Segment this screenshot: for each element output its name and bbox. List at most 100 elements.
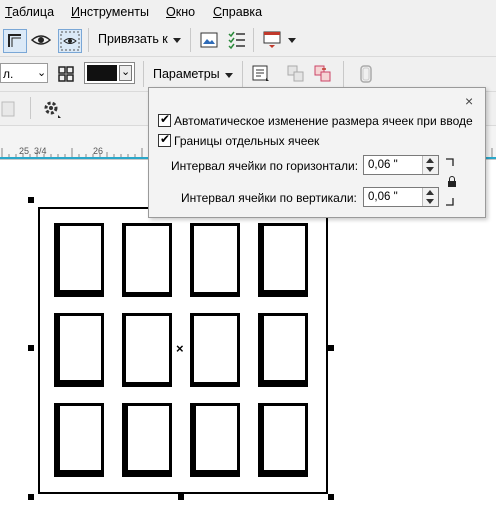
page-frame-button[interactable] <box>3 29 27 53</box>
checklist-icon <box>228 31 245 50</box>
merge-cells-icon <box>287 65 304 82</box>
selection-handle[interactable] <box>178 494 184 500</box>
unit-select[interactable]: л. ⌄ <box>0 63 48 83</box>
menu-tools-label: нструменты <box>79 5 149 19</box>
arrow-up-icon[interactable] <box>426 190 434 195</box>
toolbar-separator <box>190 28 191 52</box>
wrap-text-icon <box>252 65 269 81</box>
snap-to-button[interactable]: Привязать к <box>98 32 168 46</box>
separate-borders-checkbox[interactable]: ✔ <box>158 132 171 147</box>
table-cell[interactable] <box>122 223 172 297</box>
toolbar-separator <box>143 61 144 87</box>
standard-toolbar: Привязать к <box>0 24 496 57</box>
table-cell[interactable] <box>190 223 240 297</box>
arrow-down-icon[interactable] <box>426 167 434 172</box>
ruler-label: 26 <box>93 146 104 156</box>
grid-borders-icon <box>58 66 74 82</box>
auto-resize-label: Автоматическое изменение размера ячеек п… <box>174 114 473 128</box>
view-button[interactable] <box>30 29 52 51</box>
toolbar-separator <box>88 28 89 52</box>
launch-button[interactable] <box>261 29 283 51</box>
v-spacing-label: Интервал ячейки по вертикали: <box>181 191 357 205</box>
arrow-up-icon[interactable] <box>426 158 434 163</box>
close-icon[interactable]: × <box>465 93 473 109</box>
selection-handle[interactable] <box>28 494 34 500</box>
image-button[interactable] <box>198 29 220 51</box>
menu-window-accel: О <box>166 5 176 19</box>
menu-window[interactable]: Окно <box>166 5 195 19</box>
table-cell[interactable] <box>54 403 104 477</box>
center-mark-icon: × <box>176 341 184 356</box>
parameters-label: Параметры <box>153 67 220 81</box>
menu-tools[interactable]: Инструменты <box>71 5 149 19</box>
menu-table-label: аблица <box>12 5 55 19</box>
menu-tools-accel: И <box>71 5 80 19</box>
lock-icon[interactable] <box>447 176 457 187</box>
borders-button[interactable] <box>55 63 77 85</box>
toolbar-separator <box>343 61 344 87</box>
table-cell[interactable] <box>54 223 104 297</box>
table-cell[interactable] <box>122 313 172 387</box>
h-spacing-spinbox[interactable]: 0,06 " <box>363 155 439 175</box>
text-wrap-button[interactable] <box>250 63 272 85</box>
disabled-button[interactable] <box>0 98 22 120</box>
table-cell[interactable] <box>122 403 172 477</box>
menu-help[interactable]: Справка <box>213 5 262 19</box>
rounded-rect-icon <box>360 65 372 83</box>
menu-window-label: кно <box>175 5 196 19</box>
selection-handle[interactable] <box>328 345 334 351</box>
checkmark-icon: ✔ <box>160 112 171 126</box>
table-cell[interactable] <box>190 403 240 477</box>
rounded-frame-button[interactable] <box>355 63 377 85</box>
unit-select-value: л. <box>3 67 14 81</box>
ruler-label: 25 <box>19 146 30 156</box>
table-cell[interactable] <box>258 313 308 387</box>
menu-help-label: правка <box>222 5 263 19</box>
launch-dropdown-icon[interactable] <box>288 38 296 43</box>
selection-handle[interactable] <box>328 494 334 500</box>
split-cells-icon <box>314 65 331 82</box>
checkmark-icon: ✔ <box>160 132 171 146</box>
v-spacing-spinbox[interactable]: 0,06 " <box>363 187 439 207</box>
gear-icon <box>44 101 61 118</box>
snap-to-dropdown-icon[interactable] <box>173 38 181 43</box>
selection-handle[interactable] <box>28 197 34 203</box>
menu-table[interactable]: Таблица <box>5 5 54 19</box>
menu-bar: Таблица Инструменты Окно Справка <box>0 0 496 25</box>
disabled-square-icon <box>1 101 15 117</box>
h-spacing-stepper[interactable] <box>422 156 438 174</box>
chevron-down-icon: ⌄ <box>121 66 131 78</box>
table-cell[interactable] <box>258 403 308 477</box>
table-cell[interactable] <box>190 313 240 387</box>
auto-resize-checkbox[interactable]: ✔ <box>158 112 171 127</box>
toolbar-separator <box>253 28 254 52</box>
cell-options-popup: × ✔ Автоматическое изменение размера яче… <box>148 87 486 218</box>
color-dropdown-button[interactable]: ⌄ <box>119 65 132 81</box>
settings-button[interactable] <box>41 98 63 120</box>
h-spacing-label: Интервал ячейки по горизонтали: <box>171 159 359 173</box>
v-spacing-stepper[interactable] <box>422 188 438 206</box>
parameters-dropdown-icon[interactable] <box>225 73 233 78</box>
h-spacing-value: 0,06 " <box>368 159 398 171</box>
menu-help-accel: С <box>213 5 223 19</box>
table-cell[interactable] <box>258 223 308 297</box>
preview-button[interactable] <box>58 29 82 53</box>
frame-corner-icon <box>8 34 21 47</box>
color-swatch <box>87 65 117 81</box>
toolbar-separator <box>30 97 31 119</box>
list-options-button[interactable] <box>226 29 248 51</box>
eye-frame-icon <box>60 31 80 51</box>
eye-icon <box>30 35 52 45</box>
table-cell[interactable] <box>54 313 104 387</box>
launch-window-icon <box>263 31 281 48</box>
outline-color-picker[interactable]: ⌄ <box>84 62 135 84</box>
separate-borders-label: Границы отдельных ячеек <box>174 134 320 148</box>
arrow-down-icon[interactable] <box>426 199 434 204</box>
parameters-button[interactable]: Параметры <box>153 67 220 81</box>
v-spacing-value: 0,06 " <box>368 191 398 203</box>
selection-handle[interactable] <box>28 345 34 351</box>
merge-cells-button[interactable] <box>285 63 307 85</box>
ruler-label: 3/4 <box>34 146 47 156</box>
split-cells-button[interactable] <box>312 63 334 85</box>
picture-icon <box>200 32 218 48</box>
